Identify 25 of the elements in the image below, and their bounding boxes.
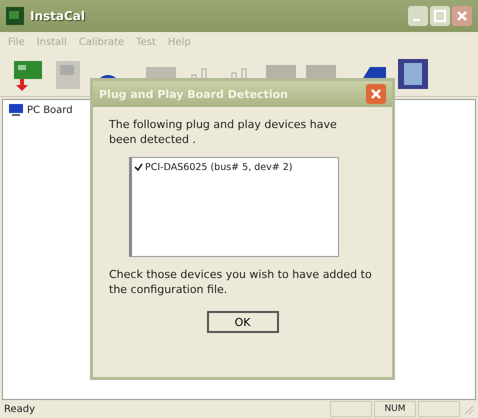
tree-item[interactable]: PC Board [27,104,73,116]
close-button[interactable] [452,6,472,26]
computer-icon [9,104,23,116]
status-indicator: NUM [374,401,416,417]
app-icon [6,7,24,25]
dialog-message: The following plug and play devices have been detected . [109,117,338,147]
ok-button[interactable]: OK [206,311,278,333]
resize-grip-icon[interactable] [462,403,474,415]
device-item[interactable]: PCI-DAS6025 (bus# 5, dev# 2) [145,162,292,173]
maximize-button[interactable] [430,6,450,26]
cube-icon[interactable] [396,57,430,91]
menu-item[interactable]: Help [168,36,191,48]
menu-item[interactable]: Test [136,36,156,48]
dialog-title: Plug and Play Board Detection [99,88,288,100]
window-title: InstaCal [30,9,86,23]
status-pane [418,401,460,417]
menu-item[interactable]: Calibrate [78,36,124,48]
menu-item[interactable]: Install [36,36,67,48]
status-message: Ready [4,404,36,414]
instructions-text: Check those devices you wish to have added to the configuration file. [109,267,373,297]
status-pane [330,401,372,417]
checkmark-icon[interactable] [134,163,143,172]
menu-item[interactable]: File [8,36,25,48]
close-button[interactable] [366,84,386,104]
minimize-button[interactable] [408,6,428,26]
